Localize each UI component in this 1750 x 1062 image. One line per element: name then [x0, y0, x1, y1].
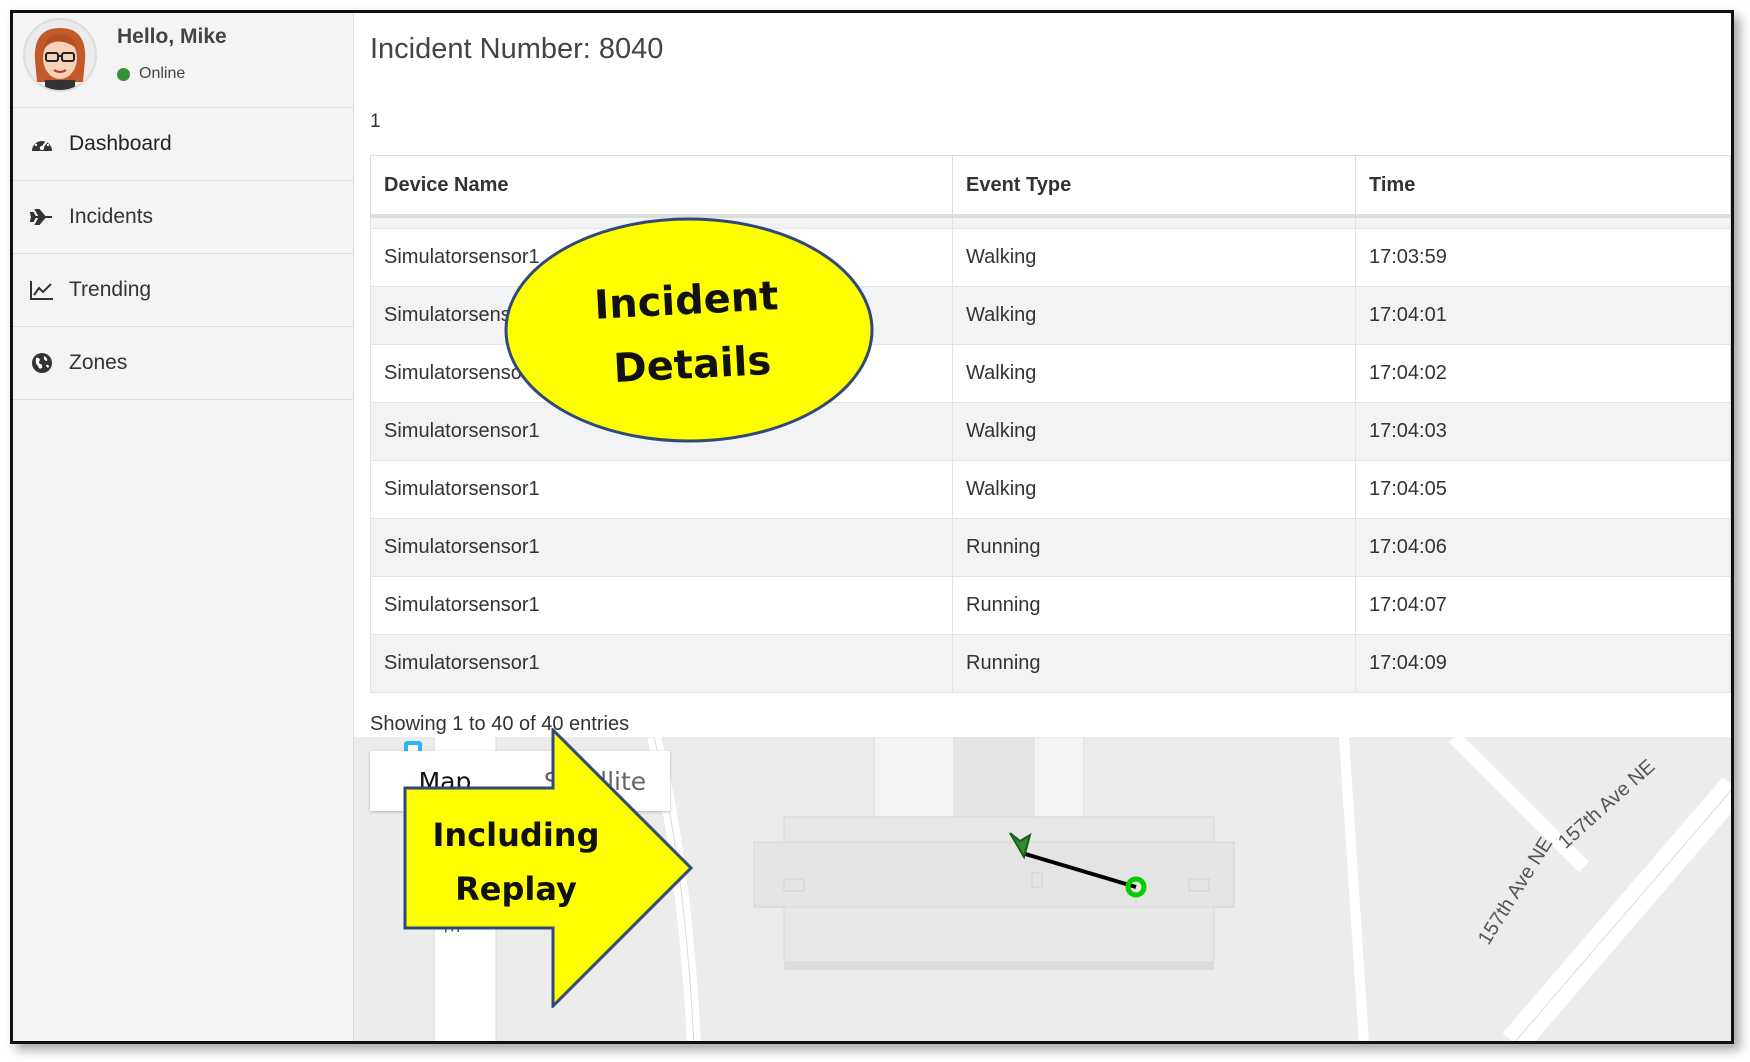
globe-icon — [29, 350, 55, 376]
table-row[interactable]: Simulatorsensor1 Running 17:04:09 — [370, 634, 1731, 693]
sidebar-item-zones[interactable]: Zones — [13, 327, 353, 400]
time-cell: 17:04:02 — [1355, 344, 1731, 403]
column-header-event-type[interactable]: Event Type — [952, 155, 1356, 218]
plane-icon — [29, 204, 55, 230]
table-row[interactable]: Simulatorsensor1 Walking 17:04:05 — [370, 460, 1731, 519]
event-type-cell: Running — [952, 634, 1356, 693]
user-panel: Hello, Mike Online — [13, 13, 353, 108]
callout-text-line2: Details — [612, 338, 772, 392]
event-type-cell: Walking — [952, 286, 1356, 345]
sidebar-item-label: Zones — [69, 351, 128, 374]
callout-text-line1: Incident — [593, 273, 779, 329]
time-cell: 17:04:01 — [1355, 286, 1731, 345]
event-type-cell: Walking — [952, 402, 1356, 461]
time-cell: 17:04:09 — [1355, 634, 1731, 693]
sidebar-item-dashboard[interactable]: Dashboard — [13, 108, 353, 181]
device-name-cell: Simulatorsensor1 — [370, 576, 953, 635]
page-number[interactable]: 1 — [370, 111, 381, 133]
online-indicator-icon — [117, 67, 130, 81]
sidebar-item-trending[interactable]: Trending — [13, 254, 353, 327]
time-cell: 17:04:03 — [1355, 402, 1731, 461]
table-header-row: Device Name Event Type Time — [370, 155, 1731, 218]
device-name-cell: Simulatorsensor1 — [370, 518, 953, 577]
event-type-cell: Walking — [952, 228, 1356, 287]
user-greeting: Hello, Mike — [117, 25, 227, 48]
sidebar-item-incidents[interactable]: Incidents — [13, 181, 353, 254]
sidebar: Hello, Mike Online Dashboard Incidents T… — [13, 13, 354, 1041]
user-status: Online — [117, 65, 185, 83]
user-status-text: Online — [139, 65, 186, 82]
event-type-cell: Walking — [952, 344, 1356, 403]
line-chart-icon — [29, 277, 55, 303]
callout-text-line2: Replay — [455, 870, 577, 908]
sidebar-item-label: Incidents — [69, 205, 154, 228]
device-name-cell: Simulatorsensor1 — [370, 460, 953, 519]
event-type-cell: Running — [952, 518, 1356, 577]
callout-text-line1: Including — [433, 816, 600, 854]
sidebar-item-label: Dashboard — [69, 132, 172, 155]
table-row[interactable]: Simulatorsensor1 Running 17:04:06 — [370, 518, 1731, 577]
column-header-time[interactable]: Time — [1355, 155, 1731, 218]
event-type-cell: Running — [952, 576, 1356, 635]
time-cell: 17:04:06 — [1355, 518, 1731, 577]
time-cell: 17:04:07 — [1355, 576, 1731, 635]
incident-details-callout: Incident Details — [504, 217, 874, 443]
time-cell: 17:04:05 — [1355, 460, 1731, 519]
column-header-device-name[interactable]: Device Name — [370, 155, 953, 218]
avatar — [23, 18, 97, 92]
screenshot-frame: Hello, Mike Online Dashboard Incidents T… — [10, 10, 1734, 1044]
table-row[interactable]: Simulatorsensor1 Running 17:04:07 — [370, 576, 1731, 635]
dashboard-icon — [29, 131, 55, 157]
including-replay-callout: Including Replay — [403, 728, 693, 1008]
page-title: Incident Number: 8040 — [370, 33, 664, 65]
sidebar-item-label: Trending — [69, 278, 152, 301]
event-type-cell: Walking — [952, 460, 1356, 519]
time-cell: 17:03:59 — [1355, 228, 1731, 287]
device-name-cell: Simulatorsensor1 — [370, 634, 953, 693]
